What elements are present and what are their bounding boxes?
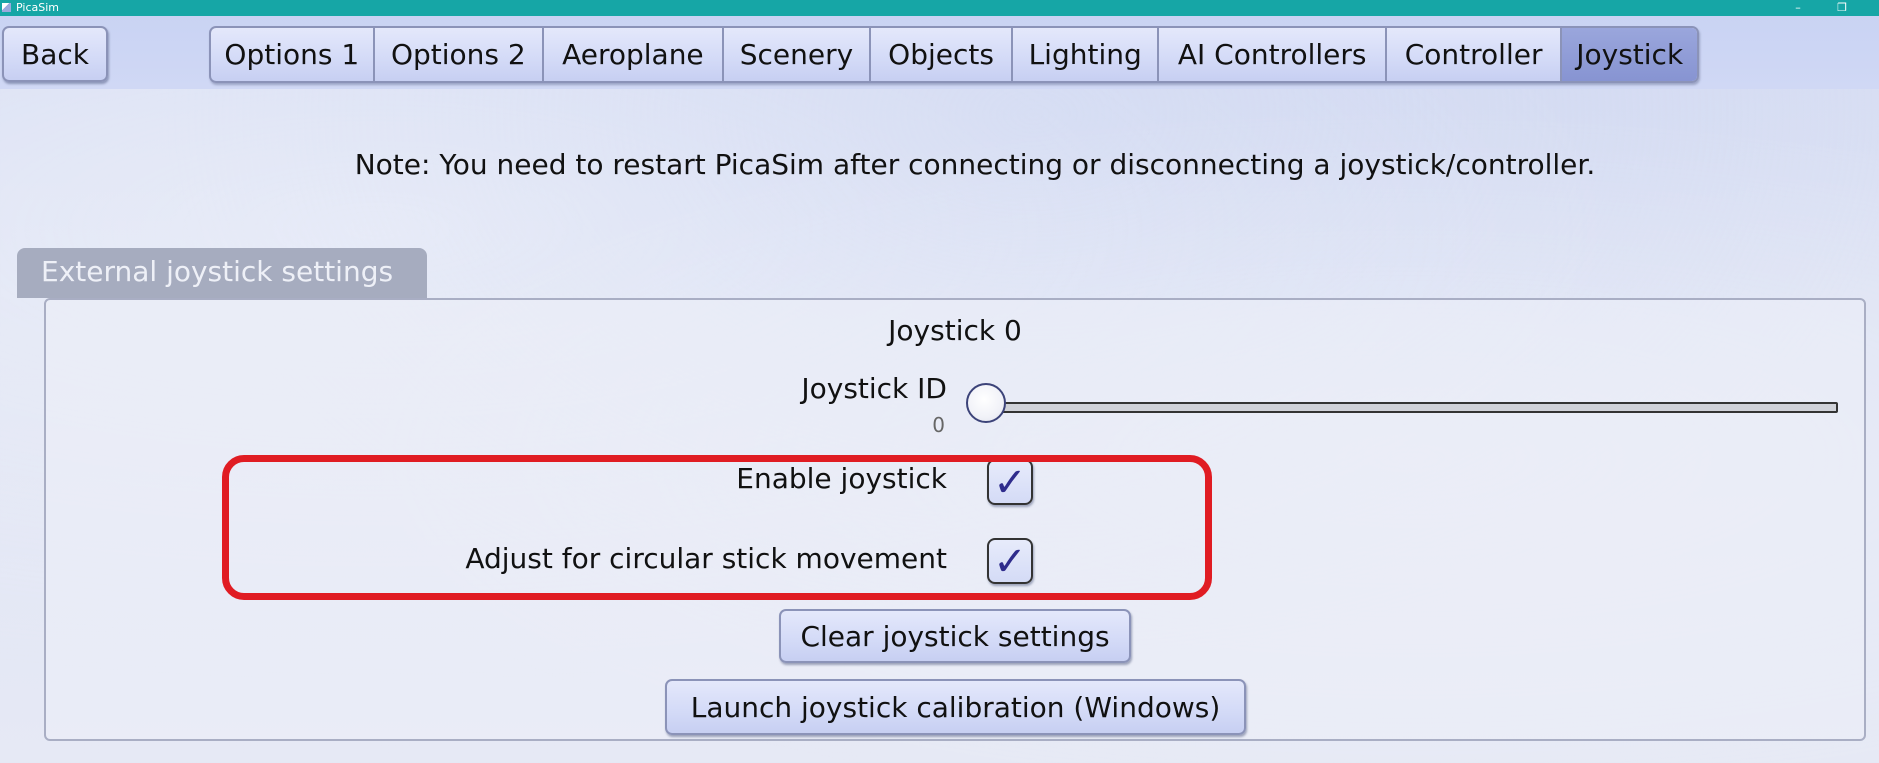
app-icon bbox=[2, 3, 11, 12]
tab-joystick[interactable]: Joystick bbox=[1562, 28, 1697, 81]
highlight-box bbox=[222, 455, 1212, 600]
tab-objects[interactable]: Objects bbox=[871, 28, 1013, 81]
restore-icon[interactable]: ❐ bbox=[1832, 0, 1852, 16]
tab-bar: Options 1 Options 2 Aeroplane Scenery Ob… bbox=[209, 26, 1699, 83]
back-button[interactable]: Back bbox=[2, 26, 108, 82]
joystick-id-value: 0 bbox=[932, 413, 945, 437]
clear-joystick-settings-button[interactable]: Clear joystick settings bbox=[779, 609, 1131, 663]
tab-options-2[interactable]: Options 2 bbox=[375, 28, 545, 81]
tab-controller[interactable]: Controller bbox=[1387, 28, 1563, 81]
window-title-bar: PicaSim – ❐ bbox=[0, 0, 1879, 16]
tab-aeroplane[interactable]: Aeroplane bbox=[544, 28, 724, 81]
minimize-icon[interactable]: – bbox=[1788, 0, 1808, 16]
tab-options-1[interactable]: Options 1 bbox=[211, 28, 375, 81]
section-header: External joystick settings bbox=[17, 248, 427, 298]
window-title: PicaSim bbox=[16, 1, 59, 14]
restart-note: Note: You need to restart PicaSim after … bbox=[354, 148, 1596, 181]
joystick-id-label: Joystick ID bbox=[801, 372, 947, 405]
slider-handle[interactable] bbox=[966, 383, 1006, 423]
tab-lighting[interactable]: Lighting bbox=[1013, 28, 1160, 81]
tab-ai-controllers[interactable]: AI Controllers bbox=[1159, 28, 1387, 81]
joystick-heading: Joystick 0 bbox=[888, 314, 1022, 347]
tab-scenery[interactable]: Scenery bbox=[724, 28, 872, 81]
joystick-id-slider[interactable] bbox=[1000, 402, 1838, 413]
launch-calibration-button[interactable]: Launch joystick calibration (Windows) bbox=[665, 679, 1246, 735]
